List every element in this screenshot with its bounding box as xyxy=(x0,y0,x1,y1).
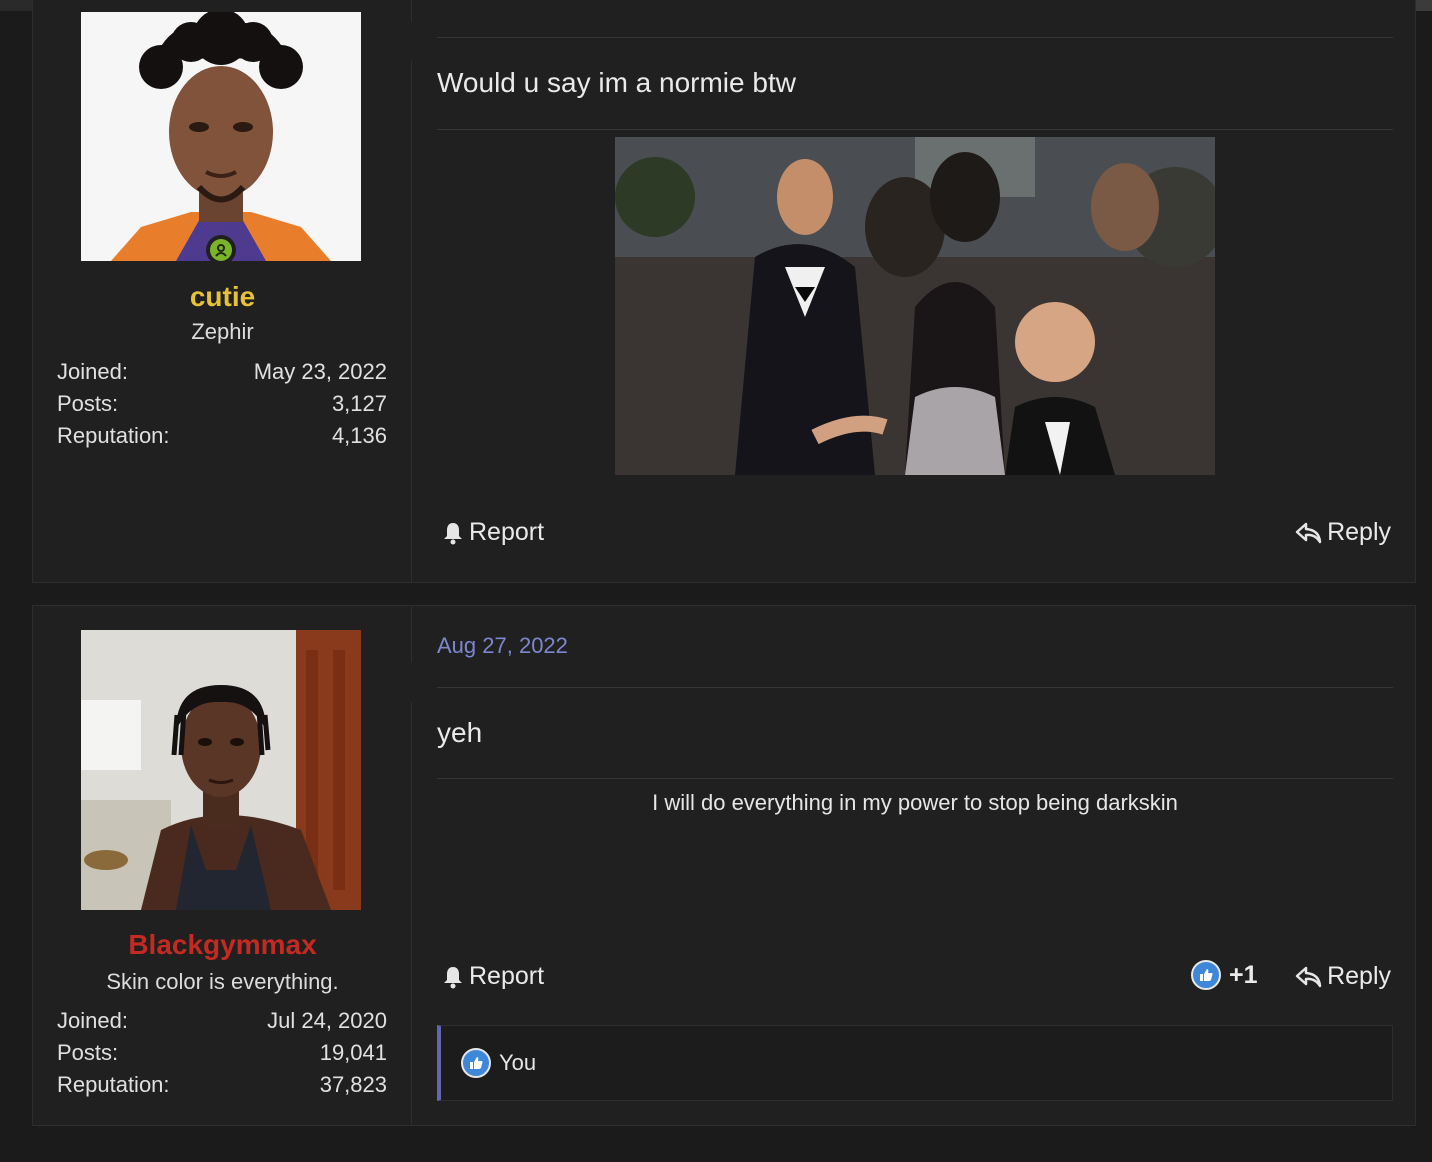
reply-button[interactable]: Reply xyxy=(1295,518,1391,547)
user-stats: Joined: May 23, 2022 Posts: 3,127 Reputati… xyxy=(57,356,387,452)
stat-posts: Posts: 3,127 xyxy=(57,388,387,420)
divider xyxy=(437,687,1393,688)
stat-value: May 23, 2022 xyxy=(253,359,387,384)
speech-arrow xyxy=(411,662,431,702)
photo-image xyxy=(615,137,1215,475)
user-stats: Joined: Jul 24, 2020 Posts: 19,041 Reputat… xyxy=(57,1005,387,1101)
stat-posts: Posts: 19,041 xyxy=(57,1037,387,1069)
post-message: Would u say im a normie btw xyxy=(437,67,796,98)
stat-label: Joined: xyxy=(57,359,128,384)
thumbs-up-icon xyxy=(1191,960,1221,990)
reactions-list: You xyxy=(461,1048,536,1078)
stat-joined: Joined: May 23, 2022 xyxy=(57,356,387,388)
divider xyxy=(437,778,1393,779)
user-online-icon xyxy=(210,239,232,261)
stat-label: Reputation: xyxy=(57,1072,170,1097)
signature: I will do everything in my power to stop… xyxy=(652,790,1178,815)
stat-joined: Joined: Jul 24, 2020 xyxy=(57,1005,387,1037)
bell-icon xyxy=(444,966,462,988)
stat-label: Posts: xyxy=(57,1040,119,1065)
avatar[interactable] xyxy=(81,12,361,261)
divider xyxy=(437,37,1393,38)
stat-label: Reputation: xyxy=(57,423,170,448)
post-content: Would u say im a normie btw Report Reply xyxy=(437,0,1393,584)
stat-value: 37,823 xyxy=(319,1072,387,1097)
post-blackgymmax: Blackgymmax Skin color is everything. Jo… xyxy=(32,605,1416,1126)
avatar[interactable] xyxy=(81,630,361,910)
reply-button[interactable]: Reply xyxy=(1295,962,1391,991)
username[interactable]: cutie xyxy=(33,281,412,313)
avatar-image xyxy=(81,630,361,910)
reaction-summary[interactable]: +1 xyxy=(1191,960,1258,990)
stat-label: Posts: xyxy=(57,391,119,416)
stat-value: 4,136 xyxy=(331,423,387,448)
username[interactable]: Blackgymmax xyxy=(33,929,412,961)
user-title: Skin color is everything. xyxy=(106,969,339,994)
reply-arrow-icon xyxy=(1295,522,1322,543)
report-label: Report xyxy=(469,962,545,990)
stat-value: 3,127 xyxy=(331,391,387,416)
report-button[interactable]: Report xyxy=(441,518,544,547)
post-date[interactable]: Aug 27, 2022 xyxy=(437,633,568,659)
reply-arrow-icon xyxy=(1295,966,1322,987)
stat-reputation: Reputation: 4,136 xyxy=(57,420,387,452)
user-info-panel: Blackgymmax Skin color is everything. Jo… xyxy=(33,606,431,1125)
reactions-bar[interactable]: You xyxy=(437,1025,1393,1101)
stat-value: 19,041 xyxy=(319,1040,387,1065)
attached-photo[interactable] xyxy=(615,137,1215,475)
bell-icon xyxy=(444,522,462,544)
reaction-count: +1 xyxy=(1229,960,1258,989)
user-title: Zephir xyxy=(191,319,254,344)
user-info-panel: cutie Zephir Joined: May 23, 2022 Posts: 3… xyxy=(33,0,431,582)
avatar-image xyxy=(81,12,361,261)
reactor-name[interactable]: You xyxy=(499,1050,536,1076)
stat-reputation: Reputation: 37,823 xyxy=(57,1069,387,1101)
reply-label: Reply xyxy=(1327,518,1391,546)
divider xyxy=(437,129,1393,130)
report-label: Report xyxy=(469,518,545,546)
post-cutie: cutie Zephir Joined: May 23, 2022 Posts: 3… xyxy=(32,0,1416,583)
speech-arrow xyxy=(411,21,431,61)
thumbs-up-icon xyxy=(461,1048,491,1078)
online-status xyxy=(206,235,236,265)
post-message: yeh xyxy=(437,717,483,748)
stat-label: Joined: xyxy=(57,1008,128,1033)
reply-label: Reply xyxy=(1327,962,1391,990)
stat-value: Jul 24, 2020 xyxy=(267,1008,387,1033)
report-button[interactable]: Report xyxy=(441,962,544,991)
